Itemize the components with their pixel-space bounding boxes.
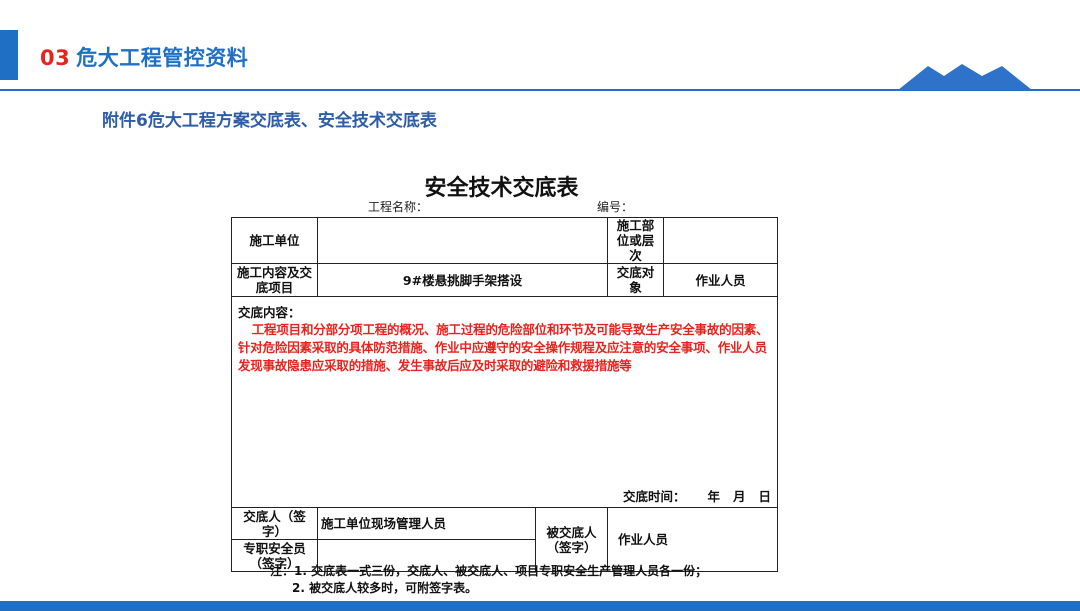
giver-signature-label: 交底人（签字） — [231, 507, 318, 540]
table-row: 施工单位 施工部位或层次 — [231, 217, 779, 264]
form-notes: 注：1. 交底表一式三份，交底人、被交底人、项目专职安全生产管理人员各一份； 2… — [270, 563, 707, 597]
project-name-label: 工程名称： — [368, 200, 429, 214]
content-item-label: 施工内容及交底项目 — [231, 263, 318, 297]
handover-content-label: 交底内容： — [238, 305, 301, 320]
receiver-signature-label: 被交底人（签字） — [534, 507, 609, 572]
table-row: 交底内容： 工程项目和分部分项工程的概况、施工过程的危险部位和环节及可能导致生产… — [230, 296, 779, 508]
note-line-1: 注：1. 交底表一式三份，交底人、被交底人、项目专职安全生产管理人员各一份； — [270, 564, 708, 578]
location-label: 施工部位或层次 — [607, 217, 665, 264]
table-row: 交底人（签字） 施工单位现场管理人员 被交底人（签字） 作业人员 — [231, 507, 779, 572]
note-line-2: 2. 被交底人较多时，可附签字表。 — [292, 581, 478, 595]
content-item-value: 9#楼悬挑脚手架搭设 — [316, 263, 609, 297]
target-label: 交底对象 — [607, 263, 665, 297]
handover-time-year: 年 — [707, 489, 720, 504]
table-row: 施工内容及交底项目 9#楼悬挑脚手架搭设 交底对象 作业人员 — [231, 263, 779, 297]
footer-bar — [0, 601, 1080, 611]
section-title-text: 危大工程管控资料 — [76, 46, 249, 70]
serial-number-label: 编号： — [597, 200, 634, 214]
location-value — [663, 217, 779, 264]
handover-form-table: 施工单位 施工部位或层次 施工内容及交底项目 9#楼悬挑脚手架搭设 交底对象 作… — [230, 217, 779, 572]
section-title: 03 危大工程管控资料 — [40, 42, 248, 72]
handover-time-label: 交底时间： — [622, 489, 686, 504]
receiver-signature-value: 作业人员 — [607, 507, 779, 572]
giver-signature-value: 施工单位现场管理人员 — [317, 507, 536, 540]
handover-content-cell: 交底内容： 工程项目和分部分项工程的概况、施工过程的危险部位和环节及可能导致生产… — [230, 296, 779, 508]
handover-time: 交底时间： 年月日 — [623, 489, 771, 504]
handover-content-text: 工程项目和分部分项工程的概况、施工过程的危险部位和环节及可能导致生产安全事故的因… — [238, 322, 769, 373]
section-number: 03 — [40, 46, 71, 70]
mountain-logo-icon — [898, 64, 1032, 90]
document-title: 安全技术交底表 — [424, 176, 579, 201]
handover-time-month: 月 — [732, 489, 746, 504]
handover-time-day: 日 — [758, 489, 772, 504]
construction-unit-value — [316, 217, 609, 264]
header-accent-bar — [0, 30, 18, 80]
construction-unit-label: 施工单位 — [231, 217, 318, 264]
page-subtitle: 附件6危大工程方案交底表、安全技术交底表 — [102, 111, 437, 131]
target-value: 作业人员 — [663, 263, 779, 297]
